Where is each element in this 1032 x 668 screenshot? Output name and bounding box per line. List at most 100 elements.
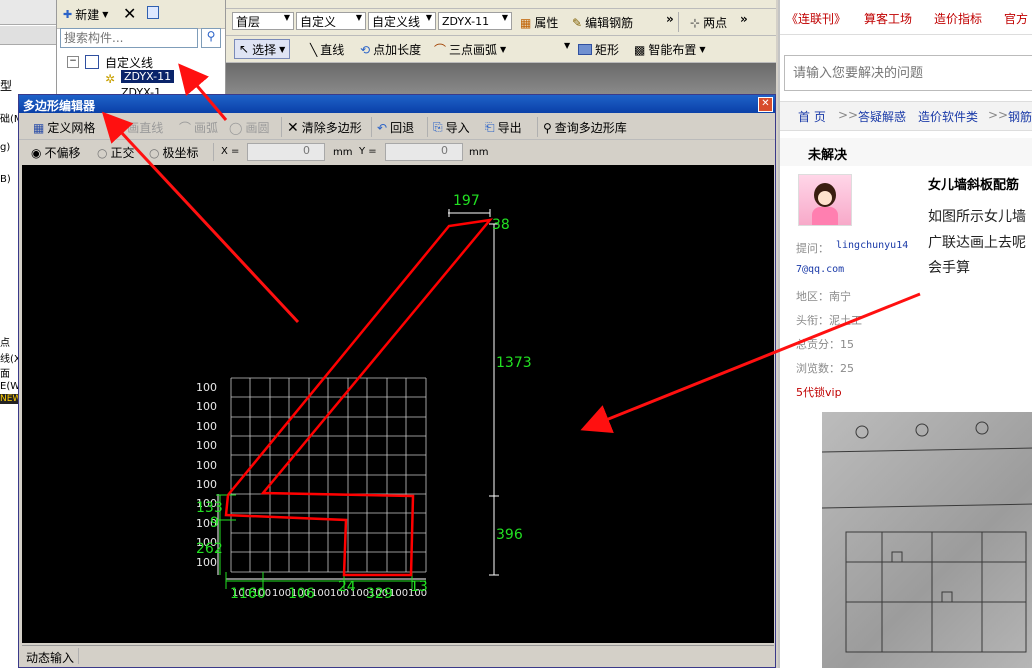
dynamic-input-label[interactable]: 动态输入 — [26, 649, 74, 666]
grid-tick-label: 100 — [196, 439, 217, 452]
radio-icon: ○ — [97, 145, 108, 160]
line-icon: ╲ — [117, 120, 125, 135]
question-search-input[interactable] — [784, 55, 1032, 91]
breadcrumb-item[interactable]: 造价软件类 — [918, 108, 978, 125]
x-unit: mm — [333, 147, 353, 158]
search-input[interactable] — [60, 28, 198, 48]
edit-rebar-label: 编辑钢筋 — [585, 16, 634, 30]
question-body-line: 广联达画上去呢 — [928, 235, 1026, 251]
avatar[interactable] — [798, 174, 852, 226]
edit-rebar-button[interactable]: ✎ 编辑钢筋 — [572, 14, 633, 31]
radio-checked-icon: ◉ — [31, 145, 42, 160]
undo-button[interactable]: ↶ 回退 — [377, 119, 414, 136]
point-length-label: 点加长度 — [373, 43, 422, 57]
left-pane-item[interactable]: 点 — [0, 334, 10, 349]
circle-icon: ◯ — [229, 120, 243, 135]
dialog-titlebar: 多边形编辑器 ✕ — [19, 95, 775, 113]
left-pane-header — [0, 0, 56, 25]
new-label: 新建 — [75, 8, 100, 22]
nav-link[interactable]: 造价指标 — [934, 10, 982, 27]
axis-icon: ⊹ — [690, 15, 701, 30]
new-button[interactable]: ✚ 新建 ▼ — [63, 6, 108, 23]
orthogonal-radio[interactable]: ○ 正交 — [97, 144, 135, 161]
chevron-down-icon: ▼ — [355, 13, 362, 22]
category-select[interactable]: 自定义 ▼ — [296, 12, 366, 30]
close-button[interactable]: ✕ — [758, 97, 773, 112]
export-button[interactable]: ⎗ 导出 — [485, 119, 522, 136]
rect-button[interactable]: 矩形 — [578, 41, 619, 58]
nav-link[interactable]: 算客工场 — [864, 10, 912, 27]
no-offset-radio[interactable]: ◉ 不偏移 — [31, 144, 81, 161]
draw-circle-button[interactable]: ◯ 画圆 — [229, 119, 269, 136]
left-pane-item[interactable]: B) — [0, 174, 11, 185]
line-button[interactable]: ╲ 直线 — [310, 41, 344, 58]
polygon-drawing[interactable]: 100 100 100 100 100 100 100 100 100 100 … — [22, 165, 774, 643]
breadcrumb-item[interactable]: 钢筋 — [1008, 108, 1032, 125]
smart-layout-button[interactable]: ▩ 智能布置 ▼ — [634, 41, 706, 58]
status-section: 未解决 — [780, 138, 1032, 166]
overflow-chevron[interactable]: » — [666, 12, 674, 26]
grid-tick-label: 100 — [196, 381, 217, 394]
attached-drawing-photo[interactable] — [822, 412, 1032, 668]
property-button[interactable]: ▦ 属性 — [520, 14, 558, 31]
nav-link[interactable]: 《连联刊》 — [786, 10, 846, 27]
left-pane-item[interactable]: g) — [0, 142, 10, 153]
three-point-arc-button[interactable]: ⌒ 三点画弧 ▼ — [434, 41, 506, 58]
breadcrumb-item[interactable]: 首 页 — [798, 108, 826, 125]
breadcrumb-separator: >> — [838, 108, 859, 122]
polygon-canvas[interactable]: 100 100 100 100 100 100 100 100 100 100 … — [22, 165, 774, 643]
dim-label: 133 — [196, 500, 223, 516]
floor-select[interactable]: 首层 ▼ — [232, 12, 294, 30]
grid-tick-label: 100 — [196, 400, 217, 413]
asker-name[interactable]: lingchunyu14 — [836, 240, 908, 251]
dim-label: 1373 — [496, 355, 532, 371]
new-icon: ✚ — [63, 8, 73, 21]
tree-collapse-toggle[interactable]: − — [67, 56, 79, 68]
views: 浏览数：25 — [796, 362, 854, 375]
clear-polygon-button[interactable]: ✕ 清除多边形 — [287, 119, 362, 136]
polar-radio[interactable]: ○ 极坐标 — [149, 144, 199, 161]
x-input[interactable]: 0 — [247, 143, 325, 161]
import-button[interactable]: ⎘ 导入 — [433, 119, 470, 136]
draw-line-button[interactable]: ╲ 画直线 — [117, 119, 163, 136]
category-value: 自定义 — [300, 14, 337, 29]
y-input[interactable]: 0 — [385, 143, 463, 161]
left-pane-item[interactable]: 型 — [0, 77, 12, 94]
left-pane-tab[interactable] — [0, 26, 56, 45]
tree-root-label[interactable]: 自定义线 — [105, 54, 153, 71]
component-select[interactable]: ZDYX-11 ▼ — [438, 12, 512, 30]
web-qa-pane: 《连联刊》 算客工场 造价指标 官方 首 页 >> 答疑解惑 造价软件类 >> … — [778, 0, 1032, 668]
arc-icon: ⌒ — [434, 43, 447, 57]
component-value: ZDYX-11 — [442, 14, 490, 28]
close-icon: ✕ — [123, 4, 137, 23]
grid-tick-label: 100 — [196, 420, 217, 433]
question-title[interactable]: 女儿墙斜板配筋 — [928, 174, 1019, 193]
asker-email[interactable]: 7@qq.com — [796, 264, 844, 275]
two-point-button[interactable]: ⊹ 两点 — [690, 14, 727, 31]
query-library-button[interactable]: ⚲ 查询多边形库 — [543, 119, 627, 136]
rect-label: 矩形 — [595, 43, 620, 57]
nav-link[interactable]: 官方 — [1004, 10, 1028, 27]
arc-mode-dropdown[interactable]: ▼ — [564, 41, 570, 50]
delete-button[interactable]: ✕ — [123, 4, 136, 23]
point-length-button[interactable]: ⟲ 点加长度 — [360, 41, 421, 58]
editor-toolbar: ▦ 定义网格 ╲ 画直线 ⌒ 画弧 ◯ 画圆 ✕ 清除多边形 ↶ 回退 ⎘ 导入 ⎗ 导出 ⚲ 查… — [19, 115, 775, 140]
subcategory-value: 自定义线 — [372, 14, 421, 29]
left-pane-item[interactable]: 面 — [0, 365, 10, 380]
draw-arc-button[interactable]: ⌒ 画弧 — [179, 119, 218, 136]
overflow-chevron-2[interactable]: » — [740, 12, 748, 26]
copy-button[interactable] — [147, 6, 159, 19]
pointer-icon: ↖ — [239, 42, 250, 56]
define-grid-button[interactable]: ▦ 定义网格 — [33, 119, 95, 136]
photo-sketch — [822, 421, 1032, 653]
vip-badge[interactable]: 5代锁vip — [796, 384, 842, 400]
breadcrumb-item[interactable]: 答疑解惑 — [858, 108, 906, 125]
subcategory-select[interactable]: 自定义线 ▼ — [368, 12, 436, 30]
three-point-arc-label: 三点画弧 — [449, 43, 498, 57]
search-button[interactable]: ⚲ — [201, 28, 221, 48]
query-library-label: 查询多边形库 — [554, 121, 627, 135]
select-button[interactable]: ↖ 选择 ▼ — [234, 39, 291, 59]
cad-drawing-area[interactable] — [226, 63, 776, 94]
dim-label: 197 — [453, 193, 480, 209]
tree-item-selected[interactable]: ZDYX-11 — [121, 70, 175, 83]
